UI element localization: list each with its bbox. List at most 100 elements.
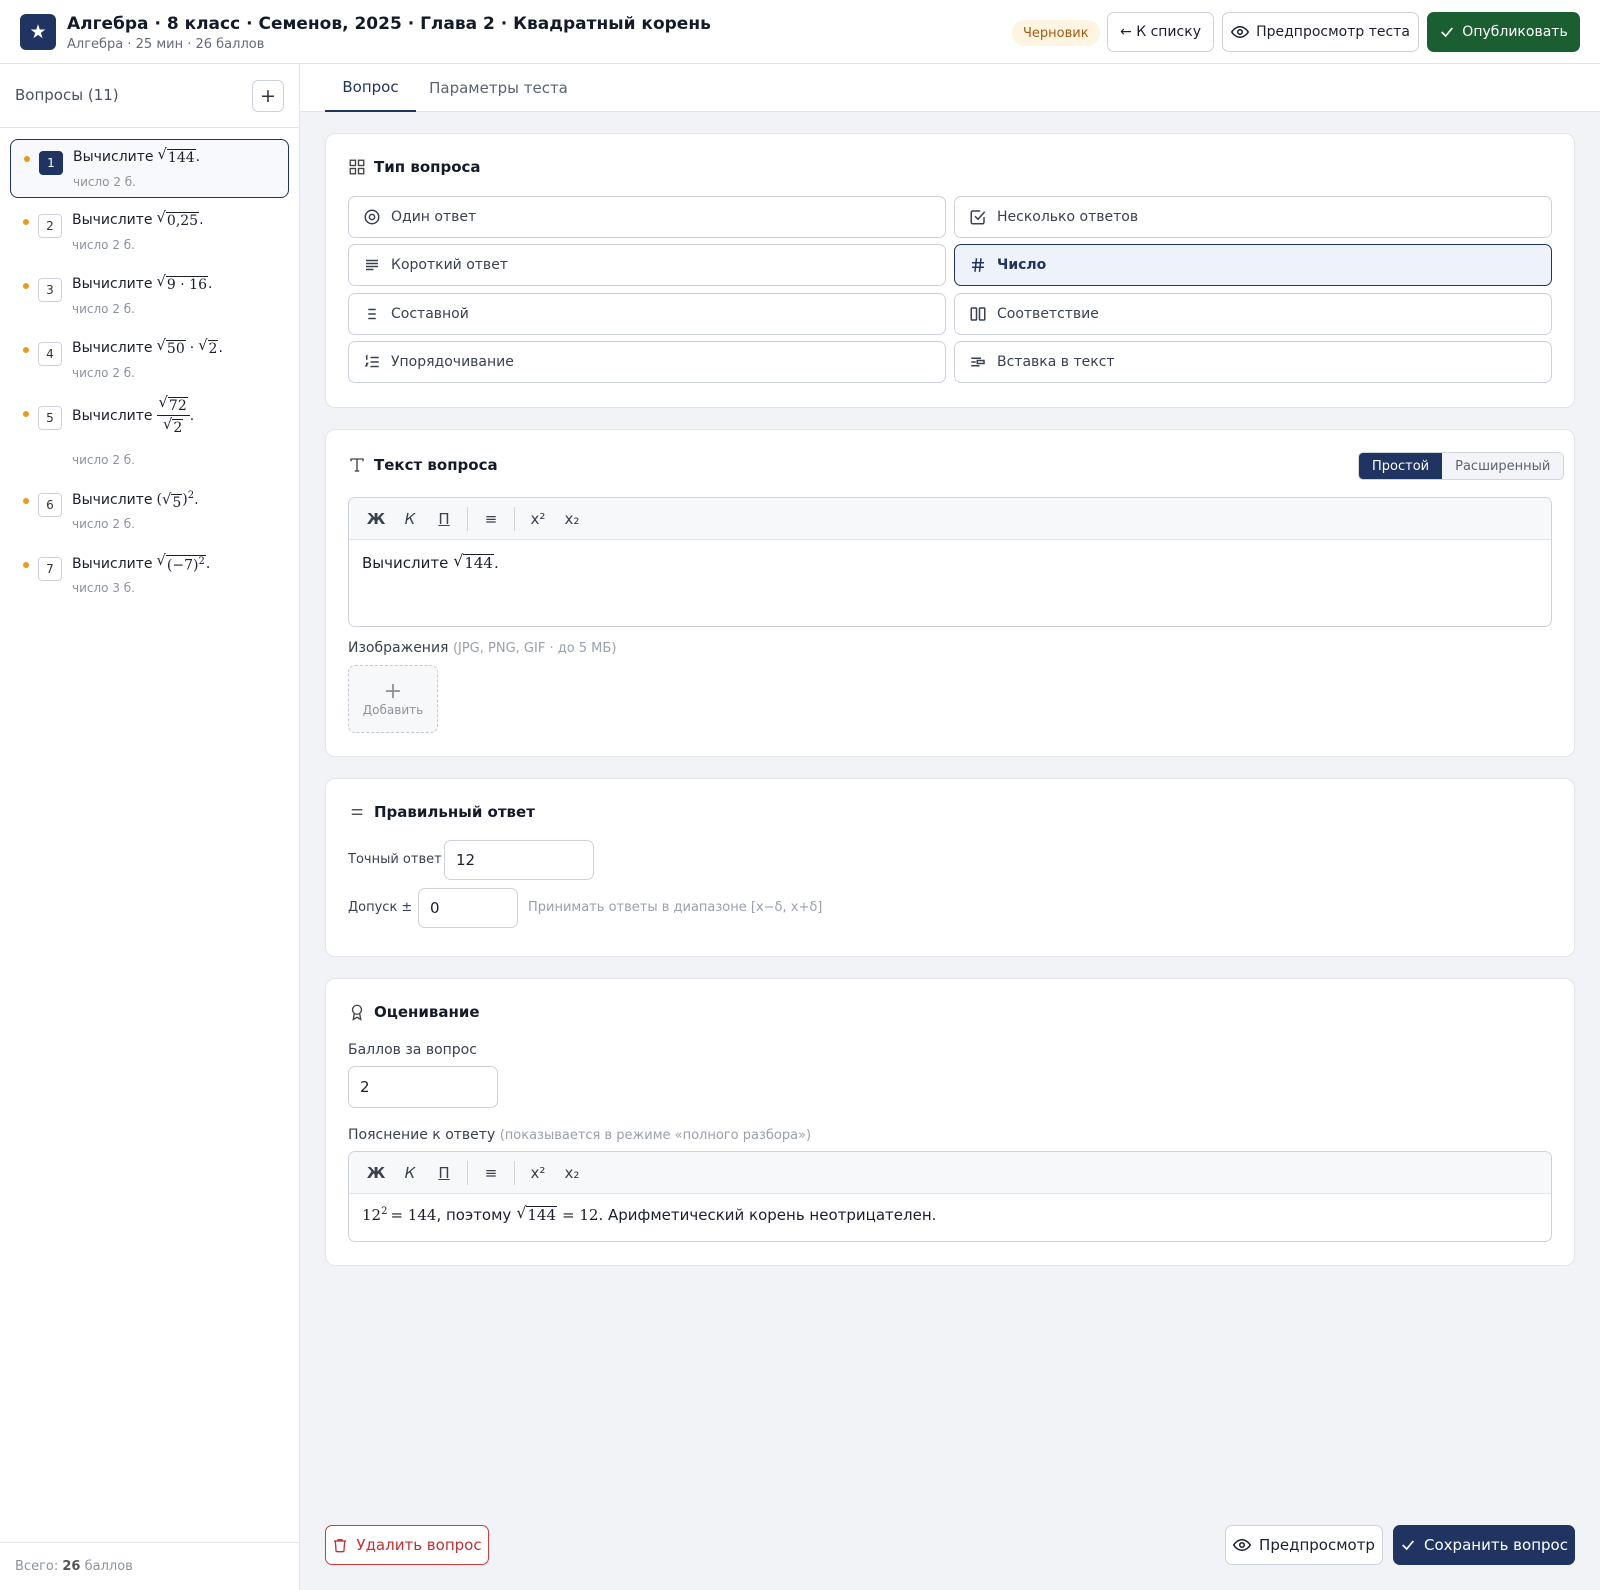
- type-matching[interactable]: Соответствие: [954, 293, 1552, 335]
- superscript-button[interactable]: x²: [521, 1158, 555, 1188]
- question-meta: число 2 б.: [72, 517, 135, 531]
- tolerance-hint: Принимать ответы в диапазоне [x−δ, x+δ]: [528, 900, 823, 915]
- publish-button[interactable]: Опубликовать: [1427, 12, 1580, 52]
- bold-button[interactable]: Ж: [359, 1158, 393, 1188]
- question-item-4[interactable]: 4 Вычислите √ 50 · √ 2. число 2 б.: [10, 331, 289, 390]
- grid-icon: [349, 159, 365, 175]
- plus-icon: +: [383, 679, 403, 704]
- grading-title: Оценивание: [348, 1003, 480, 1021]
- explanation-content[interactable]: 122 = 144, поэтому √ 144 = 12. Арифметиче…: [349, 1194, 1551, 1237]
- question-title: Вычислите √ 9 · 16.: [72, 273, 212, 293]
- equation-part: = 144: [390, 1205, 437, 1224]
- equation-part: = 12: [562, 1205, 599, 1224]
- add-image-label: Добавить: [362, 703, 424, 717]
- question-item-2[interactable]: 2 Вычислите √ 0,25. число 2 б.: [10, 203, 289, 262]
- save-question-button[interactable]: Сохранить вопрос: [1393, 1525, 1575, 1565]
- list-button[interactable]: ≡: [474, 1158, 508, 1188]
- preview-question-button[interactable]: Предпросмотр: [1225, 1525, 1383, 1565]
- points-input[interactable]: 2: [348, 1066, 498, 1108]
- add-image-button[interactable]: + Добавить: [348, 665, 438, 733]
- exact-answer-input[interactable]: 12: [444, 840, 594, 880]
- images-label-text: Изображения: [348, 640, 449, 656]
- exact-answer-label: Точный ответ: [348, 852, 442, 867]
- question-meta: число 3 б.: [72, 581, 135, 595]
- mode-simple-button[interactable]: Простой: [1359, 453, 1443, 479]
- tab-test-settings[interactable]: Параметры теста: [426, 64, 571, 112]
- question-meta: число 2 б.: [72, 302, 135, 316]
- explanation-label: Пояснение к ответу (показывается в режим…: [348, 1127, 811, 1143]
- radicand: 144: [166, 149, 196, 166]
- type-ordering[interactable]: Упорядочивание: [348, 341, 946, 383]
- question-tail: .: [189, 407, 195, 424]
- sqrt-expression: √ (−7)2: [156, 552, 206, 574]
- question-meta: число 2 б.: [72, 366, 135, 380]
- question-number: 3: [38, 278, 62, 302]
- numerator: 72: [167, 397, 188, 414]
- question-prefix: Вычислите: [72, 555, 153, 572]
- fraction: √ 72 √ 2: [156, 395, 190, 437]
- question-number: 6: [38, 493, 62, 517]
- question-text-content[interactable]: Вычислите √ 144.: [349, 540, 1551, 585]
- power-expression: 122: [362, 1206, 387, 1224]
- underline-button[interactable]: П: [427, 1158, 461, 1188]
- question-text-title: Текст вопроса: [348, 456, 498, 474]
- type-multiple-answers[interactable]: Несколько ответов: [954, 196, 1552, 238]
- question-item-5[interactable]: 5 Вычислите √ 72 √ 2 . число 2 б.: [10, 395, 289, 477]
- italic-button[interactable]: К: [393, 1158, 427, 1188]
- text-type-icon: [350, 458, 364, 472]
- type-number[interactable]: Число: [954, 244, 1552, 286]
- underline-button[interactable]: П: [427, 504, 461, 534]
- subscript-button[interactable]: x₂: [555, 1158, 589, 1188]
- sqrt-expression: √ 9 · 16: [156, 273, 208, 293]
- preview-test-button[interactable]: Предпросмотр теста: [1222, 12, 1419, 52]
- question-prefix: Вычислите: [362, 553, 449, 572]
- question-title: Вычислите (√ 5)2.: [72, 490, 199, 511]
- question-title: Вычислите √ 72 √ 2 .: [72, 395, 194, 436]
- type-short-answer[interactable]: Короткий ответ: [348, 244, 946, 286]
- subscript-button[interactable]: x₂: [555, 504, 589, 534]
- delete-question-button[interactable]: Удалить вопрос: [325, 1525, 489, 1565]
- type-composite[interactable]: Составной: [348, 293, 946, 335]
- sqrt-expression: √ 50: [156, 337, 186, 357]
- sqrt-expression: √ 2: [163, 416, 184, 437]
- question-item-3[interactable]: 3 Вычислите √ 9 · 16. число 2 б.: [10, 267, 289, 326]
- question-number: 2: [38, 214, 62, 238]
- add-question-button[interactable]: +: [252, 80, 284, 112]
- back-to-list-button[interactable]: ← К списку: [1107, 12, 1214, 52]
- trash-icon: [334, 1539, 347, 1553]
- question-number: 5: [38, 406, 62, 430]
- radicand: 5: [171, 493, 183, 511]
- questions-count-title: Вопросы (11): [15, 86, 119, 104]
- base: 12: [362, 1205, 382, 1224]
- radicand: 144: [526, 1206, 557, 1224]
- question-meta: число 2 б.: [72, 238, 135, 252]
- type-label: Несколько ответов: [997, 209, 1139, 225]
- toolbar-divider: [467, 506, 468, 531]
- radicand: 2: [207, 340, 219, 357]
- question-prefix: Вычислите: [73, 149, 154, 166]
- type-label: Составной: [391, 306, 469, 322]
- questions-sidebar: Вопросы (11) + 1 Вычислите √ 144. число 2…: [0, 64, 300, 1590]
- mode-advanced-button[interactable]: Расширенный: [1442, 453, 1564, 479]
- sqrt-expression: √ 144: [157, 146, 196, 166]
- toolbar-divider: [514, 506, 515, 531]
- list-icon: [368, 308, 376, 320]
- total-points-suffix: баллов: [80, 1559, 133, 1574]
- type-text-insert[interactable]: Вставка в текст: [954, 341, 1552, 383]
- eye-icon: [1233, 1538, 1252, 1552]
- italic-button[interactable]: К: [393, 504, 427, 534]
- question-item-6[interactable]: 6 Вычислите (√ 5)2. число 2 б.: [10, 482, 289, 541]
- question-item-7[interactable]: 7 Вычислите √ (−7)2. число 3 б.: [10, 546, 289, 605]
- list-button[interactable]: ≡: [474, 504, 508, 534]
- explanation-label-text: Пояснение к ответу: [348, 1127, 496, 1143]
- top-bar: ★ Алгебра · 8 класс · Семенов, 2025 · Гл…: [0, 0, 1600, 64]
- type-single-answer[interactable]: Один ответ: [348, 196, 946, 238]
- unsaved-dot: [23, 283, 29, 289]
- tolerance-input[interactable]: 0: [418, 888, 518, 928]
- bold-button[interactable]: Ж: [359, 504, 393, 534]
- question-tail: .: [205, 555, 211, 572]
- question-item-1[interactable]: 1 Вычислите √ 144. число 2 б.: [10, 139, 289, 198]
- editor-tabs: Вопрос Параметры теста: [300, 64, 1600, 112]
- tab-question[interactable]: Вопрос: [325, 64, 416, 112]
- superscript-button[interactable]: x²: [521, 504, 555, 534]
